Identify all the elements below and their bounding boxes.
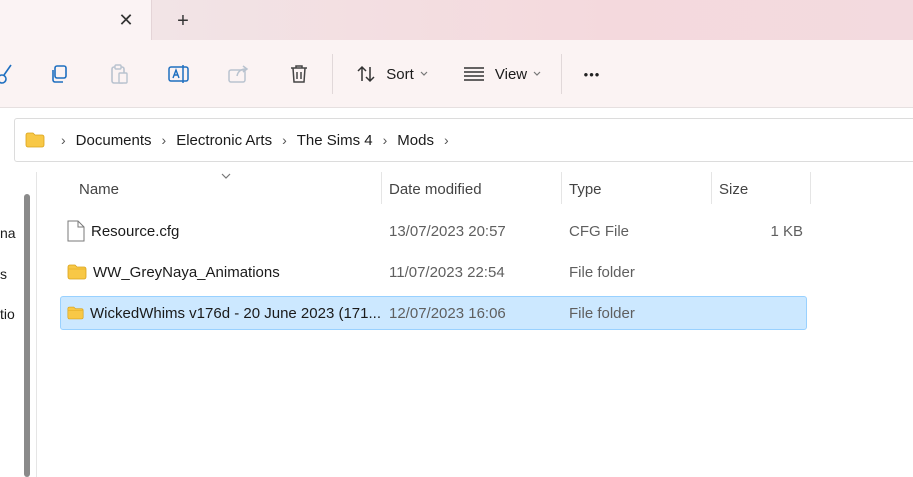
breadcrumb-item-the-sims-4[interactable]: The Sims 4 — [297, 132, 373, 149]
folder-icon — [67, 306, 84, 320]
breadcrumb-chevron-icon[interactable]: › — [383, 132, 388, 148]
toolbar-separator — [332, 54, 333, 94]
folder-icon — [25, 132, 45, 148]
rename-icon[interactable] — [166, 58, 192, 90]
paste-icon[interactable] — [106, 58, 132, 90]
command-bar: Sort View ••• — [0, 40, 913, 108]
file-date: 11/07/2023 22:54 — [389, 263, 505, 281]
breadcrumb-chevron-icon: › — [61, 132, 66, 148]
file-name-cell: WickedWhims v176d - 20 June 2023 (171... — [67, 297, 381, 329]
address-bar[interactable]: › Documents › Electronic Arts › The Sims… — [14, 118, 913, 162]
column-header-date[interactable]: Date modified — [389, 172, 559, 206]
file-row[interactable]: WW_GreyNaya_Animations 11/07/2023 22:54 … — [60, 255, 807, 289]
file-name-cell: Resource.cfg — [67, 215, 381, 247]
copy-icon[interactable] — [46, 58, 72, 90]
breadcrumb-chevron-icon[interactable]: › — [444, 132, 449, 148]
cut-icon[interactable] — [0, 58, 14, 90]
view-button[interactable]: View — [460, 58, 544, 90]
delete-icon[interactable] — [286, 58, 312, 90]
more-options-icon[interactable]: ••• — [578, 58, 606, 90]
toolbar-separator — [561, 54, 562, 94]
new-tab-icon[interactable]: + — [170, 8, 196, 34]
column-header-name[interactable]: Name — [79, 172, 379, 206]
file-row-selected[interactable]: WickedWhims v176d - 20 June 2023 (171...… — [60, 296, 807, 330]
breadcrumb-chevron-icon[interactable]: › — [162, 132, 167, 148]
nav-scrollbar[interactable] — [24, 194, 30, 477]
file-date: 12/07/2023 16:06 — [389, 304, 506, 322]
file-size — [711, 256, 803, 288]
column-header-type[interactable]: Type — [569, 172, 709, 206]
breadcrumb-item-electronic-arts[interactable]: Electronic Arts — [176, 132, 272, 149]
navigation-pane: na s tio — [0, 172, 38, 477]
column-header-size[interactable]: Size — [719, 172, 809, 206]
file-type: File folder — [569, 263, 635, 281]
breadcrumb-chevron-icon[interactable]: › — [282, 132, 287, 148]
nav-item[interactable]: tio — [0, 306, 18, 322]
file-type: File folder — [569, 304, 635, 322]
nav-item[interactable]: s — [0, 266, 18, 282]
tab-active[interactable]: ✕ — [0, 0, 152, 40]
view-icon — [463, 67, 484, 81]
tab-bar-background — [150, 0, 913, 40]
close-tab-icon[interactable]: ✕ — [114, 8, 138, 32]
column-divider[interactable] — [711, 172, 712, 204]
file-size: 1 KB — [770, 222, 803, 240]
tab-bar: ✕ + — [0, 0, 913, 40]
file-date: 13/07/2023 20:57 — [389, 222, 506, 240]
sort-label: Sort — [386, 65, 414, 83]
file-type: CFG File — [569, 222, 629, 240]
share-icon[interactable] — [226, 58, 252, 90]
nav-divider — [36, 172, 37, 477]
column-divider[interactable] — [561, 172, 562, 204]
sort-button[interactable]: Sort — [352, 58, 432, 90]
folder-icon — [67, 264, 87, 280]
chevron-down-icon — [420, 71, 428, 76]
breadcrumb-item-mods[interactable]: Mods — [397, 132, 434, 149]
sort-icon — [357, 65, 375, 83]
breadcrumb-item-documents[interactable]: Documents — [76, 132, 152, 149]
file-row[interactable]: Resource.cfg 13/07/2023 20:57 CFG File 1… — [60, 214, 807, 248]
file-name: WW_GreyNaya_Animations — [93, 263, 280, 281]
column-divider[interactable] — [810, 172, 811, 204]
chevron-down-icon — [533, 71, 541, 76]
file-name-cell: WW_GreyNaya_Animations — [67, 256, 381, 288]
nav-item[interactable]: na — [0, 225, 18, 241]
file-name: Resource.cfg — [91, 222, 180, 240]
file-icon — [67, 220, 85, 242]
file-size — [711, 297, 803, 329]
file-name: WickedWhims v176d - 20 June 2023 (171... — [90, 304, 381, 322]
column-divider[interactable] — [381, 172, 382, 204]
view-label: View — [494, 65, 528, 83]
